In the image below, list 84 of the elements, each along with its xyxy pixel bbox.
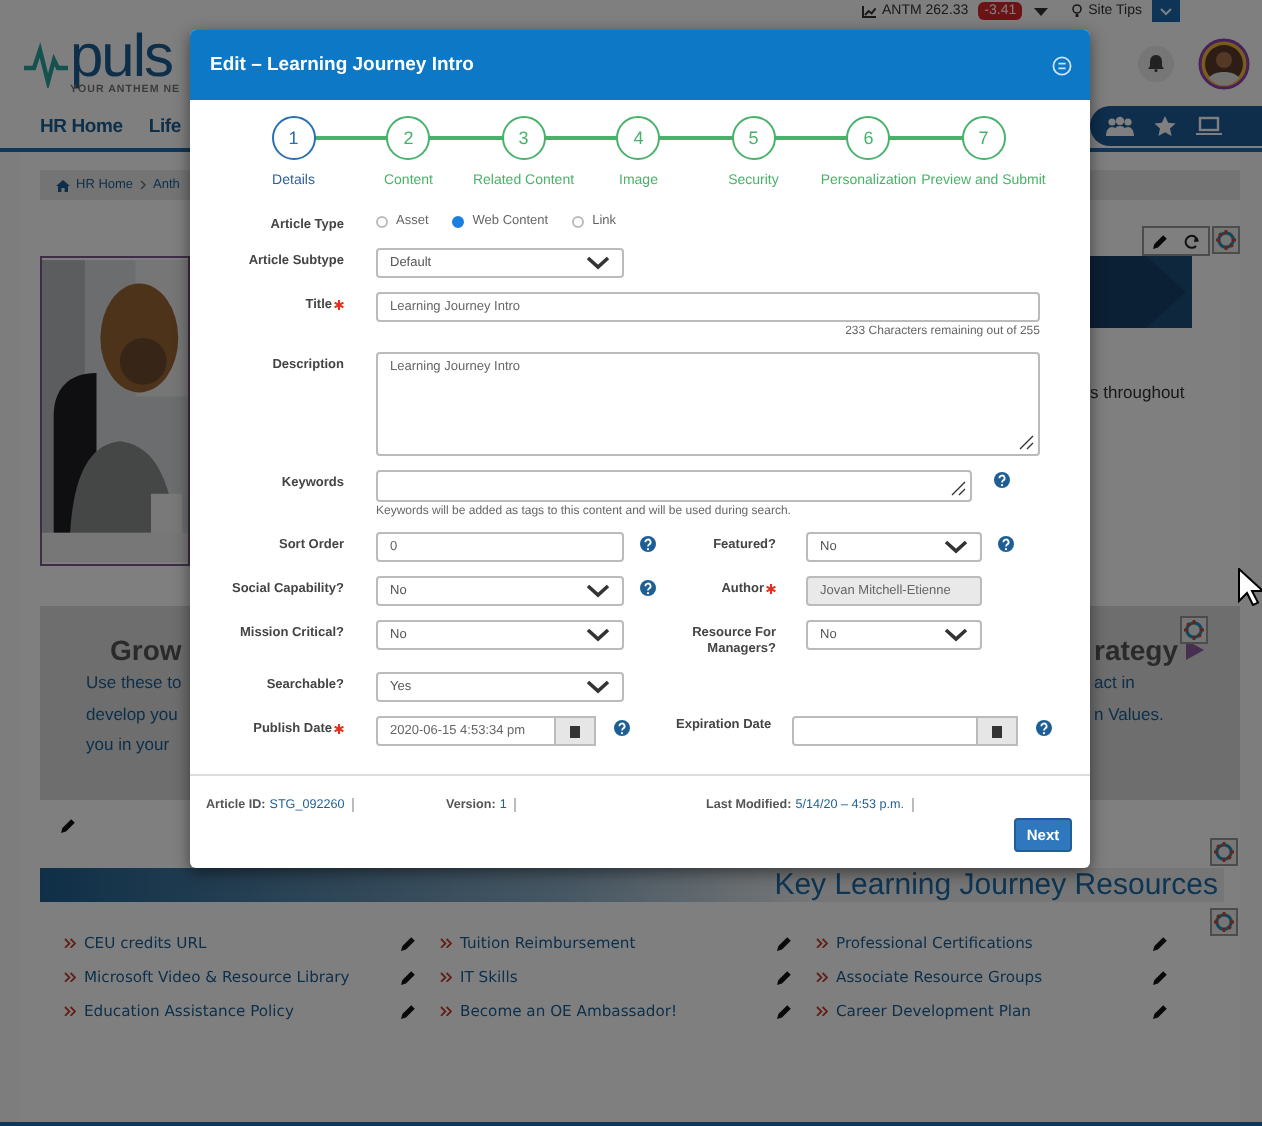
star-icon[interactable] — [1154, 116, 1176, 136]
gear-icon[interactable] — [1180, 616, 1208, 644]
chevron-icon — [586, 256, 610, 270]
help-icon[interactable] — [994, 472, 1010, 488]
pencil-icon[interactable] — [1152, 935, 1168, 951]
chart-icon — [861, 5, 876, 17]
step-circle[interactable]: 1 — [271, 116, 316, 160]
banner-graphic — [1090, 256, 1192, 328]
calendar-icon — [570, 725, 580, 737]
pencil-icon[interactable] — [60, 818, 76, 834]
chevron-icon — [139, 180, 148, 190]
close-icon — [1052, 55, 1072, 75]
chevron-icon — [64, 938, 76, 948]
triangle-icon — [1186, 640, 1205, 660]
nav-link[interactable]: HR Home — [40, 115, 123, 137]
calendar-icon — [992, 725, 1002, 737]
close-button[interactable] — [1052, 55, 1072, 75]
pulse-wave-icon — [24, 39, 68, 87]
help-icon[interactable] — [614, 720, 630, 736]
calendar-button[interactable] — [978, 716, 1018, 746]
lightbulb-icon — [1072, 4, 1083, 18]
pencil-icon[interactable] — [400, 1003, 416, 1019]
laptop-icon[interactable] — [1196, 116, 1222, 136]
step-circle[interactable]: 7 — [961, 116, 1006, 160]
required-icon — [334, 300, 344, 310]
date-field[interactable] — [792, 716, 978, 746]
dropdown-button[interactable] — [1152, 0, 1180, 22]
help-icon[interactable] — [640, 580, 656, 596]
body-text: n Values. — [1094, 701, 1166, 727]
gear-icon[interactable] — [1210, 908, 1238, 936]
required-icon — [766, 584, 776, 594]
avatar[interactable] — [1198, 37, 1250, 89]
resize-grip-icon — [950, 480, 966, 496]
pencil-icon[interactable] — [400, 935, 416, 951]
gear-icon[interactable] — [1210, 838, 1238, 866]
body-text: you in your — [86, 732, 172, 758]
step-circle[interactable]: 2 — [386, 116, 431, 160]
help-icon[interactable] — [1036, 720, 1052, 736]
chevron-icon — [64, 972, 76, 982]
home-icon[interactable] — [56, 179, 70, 191]
chevron-icon — [1160, 7, 1172, 15]
chevron-icon — [816, 1006, 828, 1016]
help-icon[interactable] — [998, 536, 1014, 552]
pencil-icon[interactable] — [776, 935, 792, 951]
chevron-icon — [816, 972, 828, 982]
refresh-icon[interactable] — [1184, 233, 1200, 249]
step-circle[interactable]: 6 — [846, 116, 891, 160]
section-heading: rategy — [1094, 632, 1179, 668]
body-text: s throughout — [1090, 382, 1187, 402]
chevron-icon — [586, 628, 610, 642]
step-circle[interactable]: 4 — [616, 116, 661, 160]
chevron-icon — [440, 938, 452, 948]
chevron-icon — [440, 1006, 452, 1016]
chevron-icon — [440, 972, 452, 982]
pencil-icon[interactable] — [1152, 969, 1168, 985]
chevron-icon — [944, 540, 968, 554]
chevron-icon — [586, 680, 610, 694]
step-circle[interactable]: 5 — [731, 116, 776, 160]
pencil-icon[interactable] — [400, 969, 416, 985]
dialog-title: Edit – Learning Journey Intro — [210, 54, 474, 76]
people-icon[interactable] — [1106, 116, 1134, 136]
step-circle[interactable]: 3 — [501, 116, 546, 160]
pencil-icon[interactable] — [776, 969, 792, 985]
pencil-icon[interactable] — [776, 1003, 792, 1019]
nav-link[interactable]: Life — [148, 115, 181, 137]
gear-icon[interactable] — [1212, 226, 1240, 254]
caret-icon — [1034, 7, 1049, 15]
chevron-icon — [586, 584, 610, 598]
calendar-button[interactable] — [556, 716, 596, 746]
section-title: Key Learning Journey Resources — [774, 868, 1218, 902]
section-heading: Grow — [110, 632, 184, 668]
help-icon[interactable] — [640, 536, 656, 552]
body-text: Use these to — [86, 670, 184, 696]
resize-grip-icon — [1018, 434, 1034, 450]
chevron-icon — [816, 938, 828, 948]
notifications-button[interactable] — [1138, 45, 1174, 81]
pencil-icon[interactable] — [1152, 1003, 1168, 1019]
pencil-icon[interactable] — [1152, 233, 1168, 249]
body-text: act in — [1094, 670, 1137, 696]
chevron-icon — [944, 628, 968, 642]
chevron-icon — [64, 1006, 76, 1016]
required-icon — [334, 724, 344, 734]
body-text: develop you — [86, 701, 180, 728]
bell-icon — [1148, 54, 1164, 72]
